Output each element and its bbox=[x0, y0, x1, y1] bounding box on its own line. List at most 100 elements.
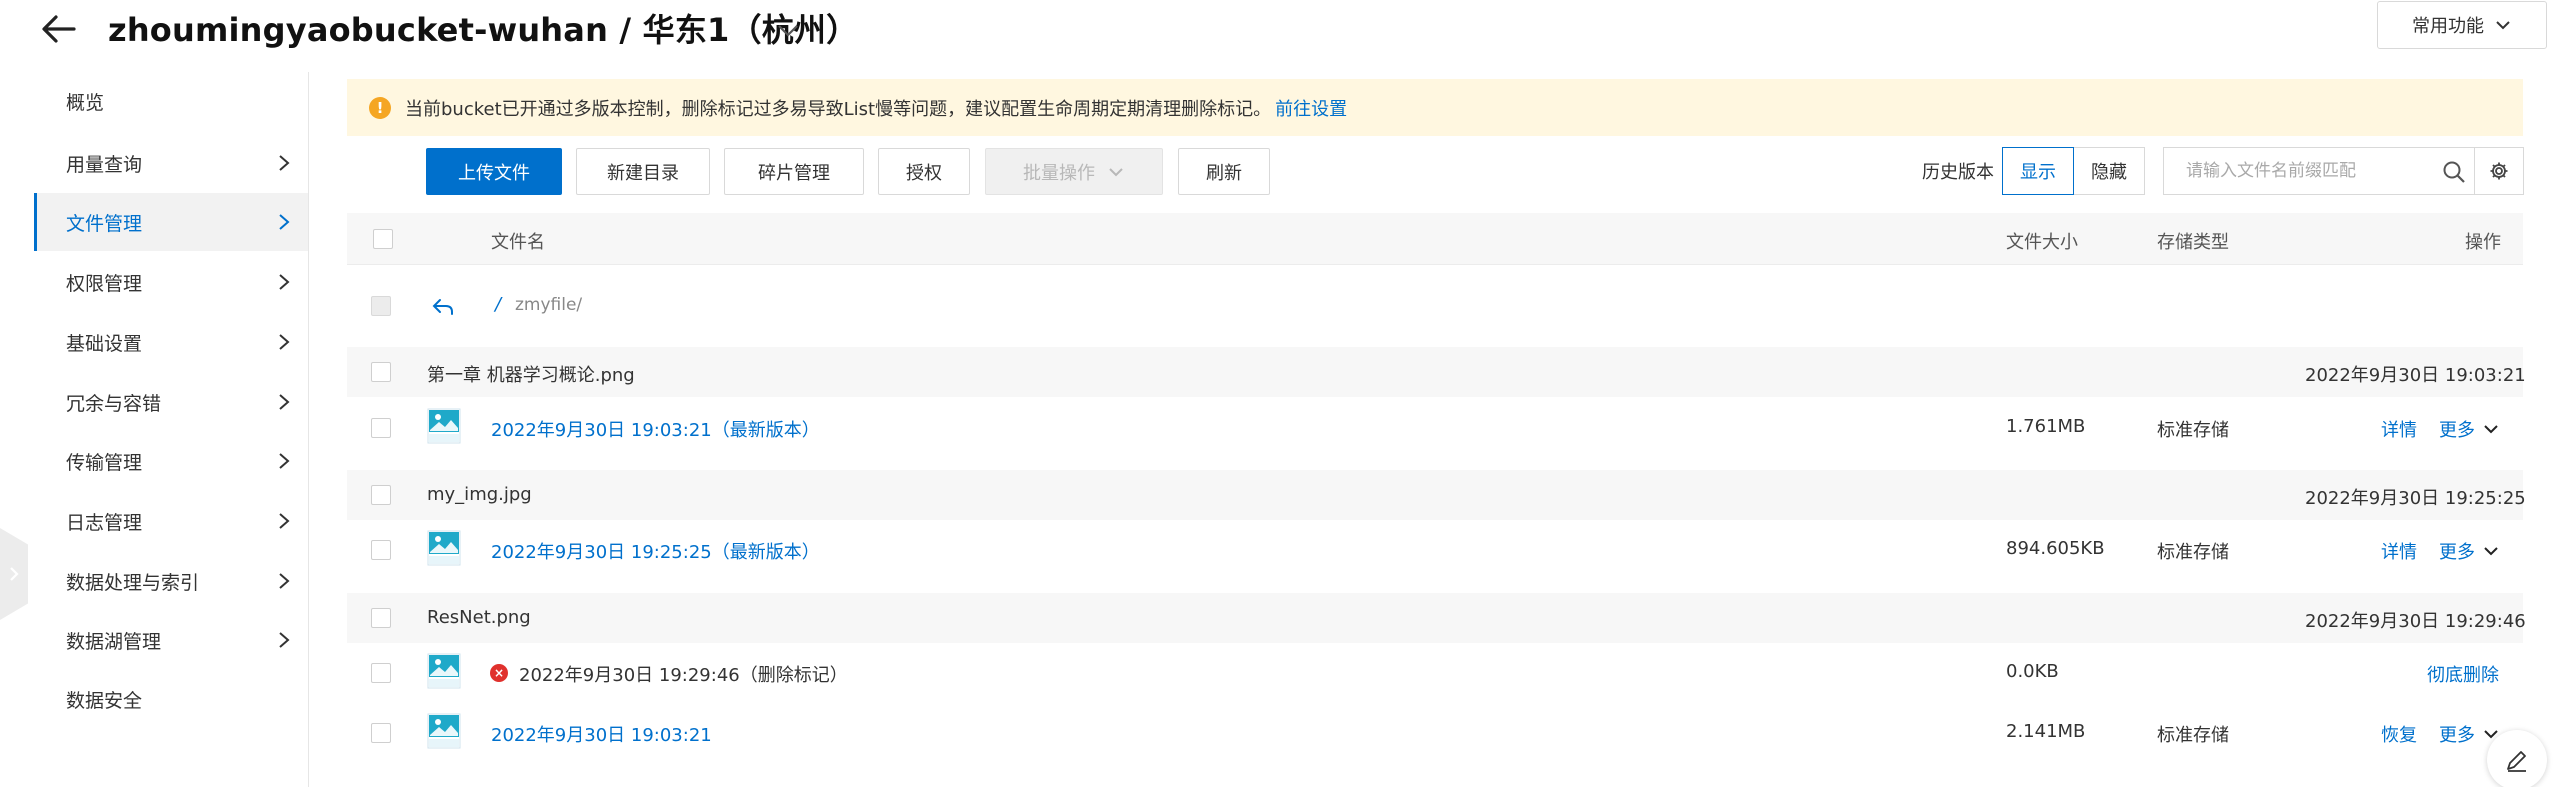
row-checkbox[interactable] bbox=[371, 418, 391, 438]
image-file-icon bbox=[427, 713, 461, 749]
version-row: 2022年9月30日 19:03:21 2.141MB 标准存储 恢复 更多 bbox=[347, 703, 2523, 761]
path-folder: zmyfile/ bbox=[515, 295, 583, 315]
chevron-down-icon bbox=[2496, 21, 2510, 30]
fragment-management-button[interactable]: 碎片管理 bbox=[724, 148, 864, 195]
chevron-right-icon bbox=[279, 453, 290, 469]
more-link[interactable]: 更多 bbox=[2439, 538, 2475, 564]
notice-settings-link[interactable]: 前往设置 bbox=[1275, 95, 1347, 121]
file-size: 2.141MB bbox=[2006, 721, 2086, 742]
select-all-checkbox[interactable] bbox=[373, 229, 393, 249]
col-name: 文件名 bbox=[491, 232, 545, 253]
sidebar-item[interactable]: 数据湖管理 bbox=[34, 611, 308, 669]
gear-icon bbox=[2490, 162, 2508, 180]
file-name: 第一章 机器学习概论.png bbox=[427, 365, 635, 386]
row-checkbox[interactable] bbox=[371, 540, 391, 560]
authorize-button[interactable]: 授权 bbox=[878, 148, 970, 195]
floating-edit-button[interactable] bbox=[2487, 730, 2547, 787]
back-arrow-icon[interactable] bbox=[38, 8, 80, 50]
image-file-icon bbox=[427, 408, 461, 444]
version-link[interactable]: 2022年9月30日 19:25:25（最新版本） bbox=[491, 538, 820, 564]
row-checkbox[interactable] bbox=[371, 608, 391, 628]
sidebar-item-label: 冗余与容错 bbox=[66, 392, 162, 415]
table-header: 文件名 文件大小 存储类型 操作 bbox=[347, 213, 2523, 265]
chevron-right-icon bbox=[279, 155, 290, 171]
col-storage: 存储类型 bbox=[2157, 232, 2229, 253]
storage-class: 标准存储 bbox=[2157, 542, 2229, 563]
file-size: 0.0KB bbox=[2006, 661, 2059, 682]
version-label: 2022年9月30日 19:29:46（删除标记） bbox=[519, 665, 848, 686]
col-size: 文件大小 bbox=[2006, 232, 2078, 253]
more-link[interactable]: 更多 bbox=[2439, 416, 2475, 442]
batch-operations-label: 批量操作 bbox=[1023, 162, 1095, 184]
sidebar-item-label: 日志管理 bbox=[66, 511, 143, 534]
sidebar-item-label: 权限管理 bbox=[66, 272, 143, 295]
image-file-icon bbox=[427, 653, 461, 689]
sidebar-item-label: 文件管理 bbox=[66, 212, 143, 235]
sidebar-item[interactable]: 文件管理 bbox=[34, 193, 308, 251]
chevron-right-icon bbox=[279, 394, 290, 410]
path-root-link[interactable]: / bbox=[495, 294, 501, 315]
go-up-icon[interactable] bbox=[431, 294, 455, 318]
sidebar-item-label: 用量查询 bbox=[66, 153, 143, 176]
more-link[interactable]: 更多 bbox=[2439, 721, 2475, 747]
sidebar-item[interactable]: 基础设置 bbox=[34, 313, 308, 371]
file-modified-time: 2022年9月30日 19:03:21 bbox=[2305, 365, 2526, 386]
common-functions-button[interactable]: 常用功能 bbox=[2377, 1, 2547, 49]
sidebar-item-label: 传输管理 bbox=[66, 451, 143, 474]
sidebar-item[interactable]: 权限管理 bbox=[34, 253, 308, 311]
version-link[interactable]: 2022年9月30日 19:03:21（最新版本） bbox=[491, 416, 820, 442]
sidebar: 概览 用量查询 文件管理 权限管理 基础设置 冗余与容错 传输管理 日志管理 数据处理与索引 数据… bbox=[0, 72, 310, 787]
details-link[interactable]: 详情 bbox=[2381, 416, 2417, 442]
version-row: 2022年9月30日 19:03:21（最新版本） 1.761MB 标准存储 详情 更多 bbox=[347, 398, 2523, 456]
chevron-right-icon bbox=[279, 513, 290, 529]
warning-icon: ! bbox=[369, 96, 391, 119]
table-settings-button[interactable] bbox=[2474, 147, 2524, 195]
chevron-right-icon bbox=[279, 214, 290, 230]
sidebar-item[interactable]: 日志管理 bbox=[34, 492, 308, 550]
details-link[interactable]: 详情 bbox=[2381, 538, 2417, 564]
chevron-down-icon[interactable] bbox=[2482, 420, 2500, 438]
file-group-row: ResNet.png 2022年9月30日 19:29:46 bbox=[347, 593, 2526, 643]
refresh-button[interactable]: 刷新 bbox=[1178, 148, 1270, 195]
chevron-right-icon bbox=[10, 567, 19, 581]
sidebar-item[interactable]: 冗余与容错 bbox=[34, 373, 308, 431]
bucket-switch-chevron-icon[interactable] bbox=[774, 16, 802, 44]
row-checkbox[interactable] bbox=[371, 723, 391, 743]
version-row: 2022年9月30日 19:25:25（最新版本） 894.605KB 标准存储 详情… bbox=[347, 520, 2523, 578]
chevron-right-icon bbox=[279, 573, 290, 589]
new-directory-button[interactable]: 新建目录 bbox=[576, 148, 710, 195]
upload-file-button[interactable]: 上传文件 bbox=[426, 148, 562, 195]
file-name: my_img.jpg bbox=[427, 484, 532, 505]
row-checkbox[interactable] bbox=[371, 362, 391, 382]
delete-marker-icon: × bbox=[490, 664, 508, 682]
versioning-notice: ! 当前bucket已开通过多版本控制，删除标记过多易导致List慢等问题，建议… bbox=[347, 79, 2523, 136]
sidebar-item-label: 数据湖管理 bbox=[66, 630, 162, 653]
delete-permanently-link[interactable]: 彻底删除 bbox=[2427, 661, 2499, 687]
chevron-down-icon bbox=[1109, 167, 1123, 176]
row-checkbox[interactable] bbox=[371, 485, 391, 505]
history-hide-toggle[interactable]: 隐藏 bbox=[2073, 147, 2145, 195]
batch-operations-button[interactable]: 批量操作 bbox=[985, 148, 1163, 195]
search-icon[interactable] bbox=[2442, 160, 2466, 184]
sidebar-divider bbox=[308, 72, 309, 787]
history-show-toggle[interactable]: 显示 bbox=[2002, 147, 2074, 195]
file-size: 1.761MB bbox=[2006, 416, 2086, 437]
search-input[interactable] bbox=[2164, 161, 2424, 181]
sidebar-item[interactable]: 概览 bbox=[34, 72, 308, 130]
sidebar-item[interactable]: 数据安全 bbox=[34, 670, 308, 728]
image-file-icon bbox=[427, 530, 461, 566]
path-row-checkbox bbox=[371, 296, 391, 316]
common-functions-label: 常用功能 bbox=[2412, 16, 2484, 37]
sidebar-item[interactable]: 用量查询 bbox=[34, 134, 308, 192]
restore-link[interactable]: 恢复 bbox=[2381, 721, 2417, 747]
version-link[interactable]: 2022年9月30日 19:03:21 bbox=[491, 721, 712, 747]
row-checkbox[interactable] bbox=[371, 663, 391, 683]
sidebar-item[interactable]: 传输管理 bbox=[34, 432, 308, 490]
sidebar-item-label: 数据处理与索引 bbox=[66, 571, 200, 594]
chevron-down-icon[interactable] bbox=[2482, 542, 2500, 560]
storage-class: 标准存储 bbox=[2157, 420, 2229, 441]
file-modified-time: 2022年9月30日 19:29:46 bbox=[2305, 611, 2526, 632]
pencil-icon bbox=[2507, 751, 2526, 772]
path-row: / zmyfile/ bbox=[347, 276, 2523, 336]
sidebar-item[interactable]: 数据处理与索引 bbox=[34, 552, 308, 610]
